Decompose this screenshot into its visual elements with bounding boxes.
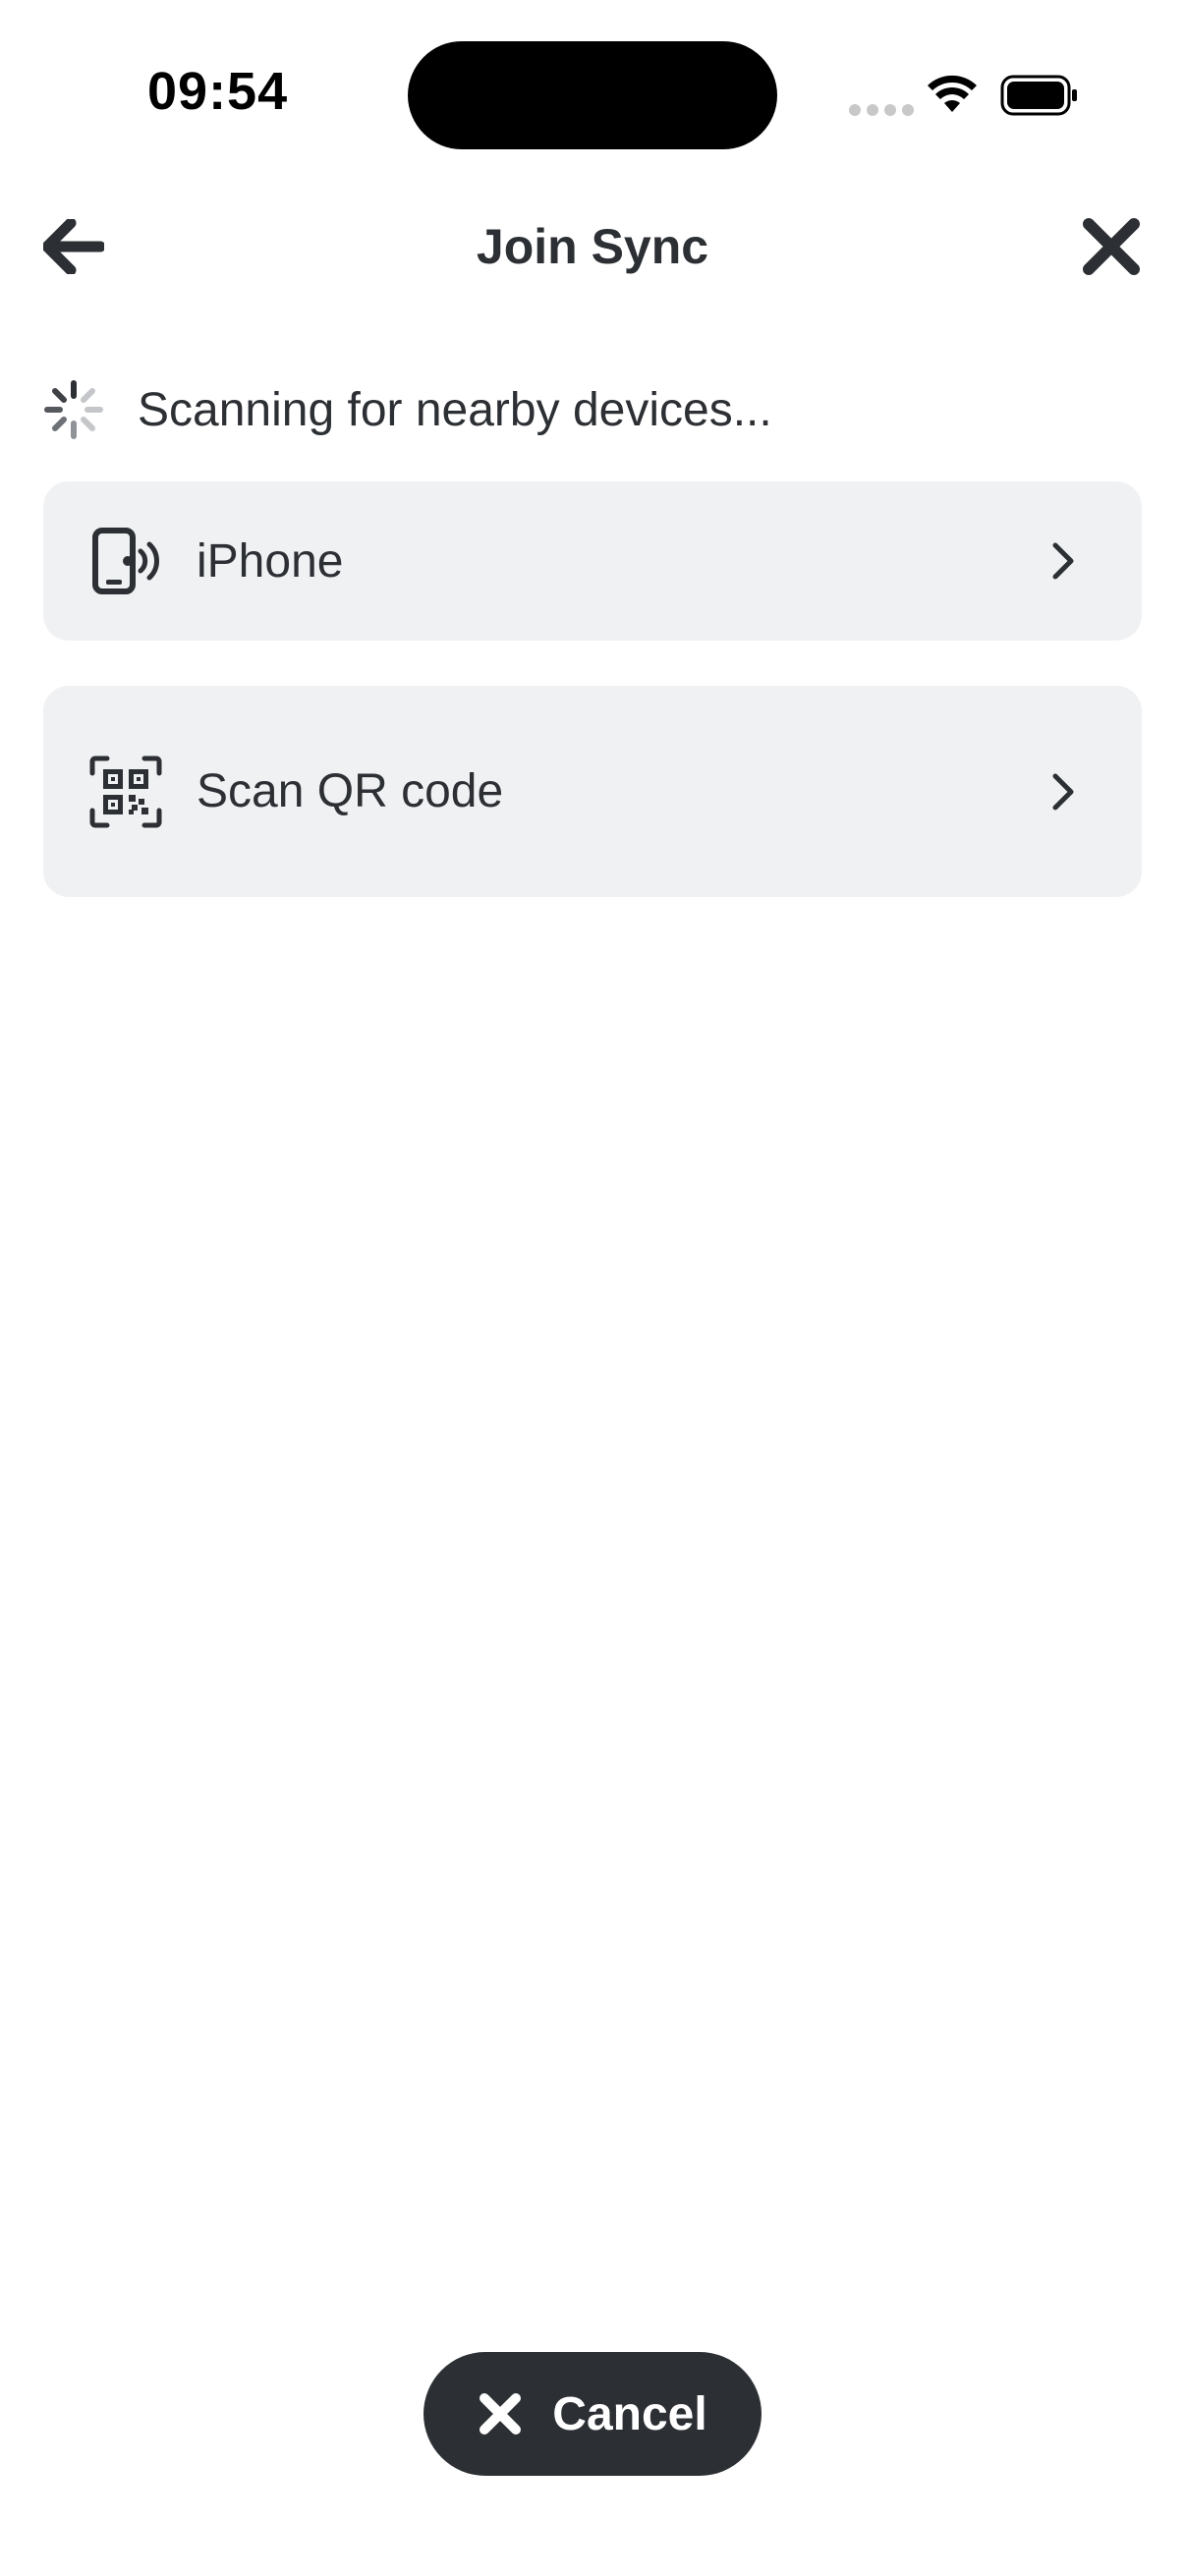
battery-icon bbox=[1000, 75, 1079, 121]
qr-code-icon bbox=[88, 755, 163, 829]
cellular-signal-icon bbox=[849, 104, 914, 116]
loading-spinner-icon bbox=[43, 379, 104, 440]
phone-wireless-icon bbox=[88, 524, 163, 598]
chevron-right-icon bbox=[1044, 541, 1083, 581]
dynamic-island bbox=[408, 41, 777, 149]
status-time: 09:54 bbox=[147, 62, 289, 121]
device-item-iphone[interactable]: iPhone bbox=[43, 481, 1142, 641]
close-icon bbox=[478, 2391, 523, 2436]
wifi-icon bbox=[927, 75, 978, 119]
scan-qr-code-label: Scan QR code bbox=[197, 765, 504, 817]
scan-qr-code-item[interactable]: Scan QR code bbox=[43, 686, 1142, 897]
scanning-status: Scanning for nearby devices... bbox=[43, 377, 772, 442]
cancel-button-label: Cancel bbox=[552, 2387, 707, 2440]
page-title: Join Sync bbox=[476, 219, 709, 274]
chevron-right-icon bbox=[1044, 772, 1083, 812]
scanning-text: Scanning for nearby devices... bbox=[138, 383, 772, 436]
close-icon bbox=[1082, 217, 1141, 281]
device-item-label: iPhone bbox=[197, 534, 344, 588]
close-button[interactable] bbox=[1077, 214, 1146, 283]
cancel-button[interactable]: Cancel bbox=[423, 2352, 762, 2476]
